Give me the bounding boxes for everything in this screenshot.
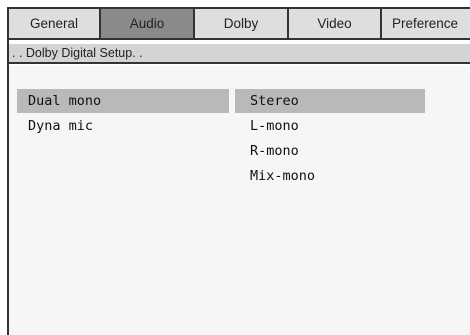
option-r-mono[interactable]: R-mono [235, 139, 425, 163]
settings-panel: . . Dolby Digital Setup. . Dual mono Dyn… [7, 40, 470, 335]
option-stereo[interactable]: Stereo [235, 89, 425, 113]
options-area: Dual mono Dyna mic Stereo L-mono R-mono … [9, 66, 470, 335]
menu-item-dynamic[interactable]: Dyna mic [17, 114, 229, 138]
tab-video[interactable]: Video [287, 9, 380, 38]
menu-item-dual-mono[interactable]: Dual mono [17, 89, 229, 113]
page-subtitle: . . Dolby Digital Setup. . [9, 44, 470, 64]
option-l-mono[interactable]: L-mono [235, 114, 425, 138]
option-mix-mono[interactable]: Mix-mono [235, 164, 425, 188]
tab-audio[interactable]: Audio [99, 9, 193, 38]
tab-bar: General Audio Dolby Video Preference [7, 7, 470, 40]
tab-dolby[interactable]: Dolby [193, 9, 287, 38]
setup-menu-screen: General Audio Dolby Video Preference . .… [0, 0, 470, 335]
tab-general[interactable]: General [7, 9, 99, 38]
tab-preference[interactable]: Preference [380, 9, 470, 38]
